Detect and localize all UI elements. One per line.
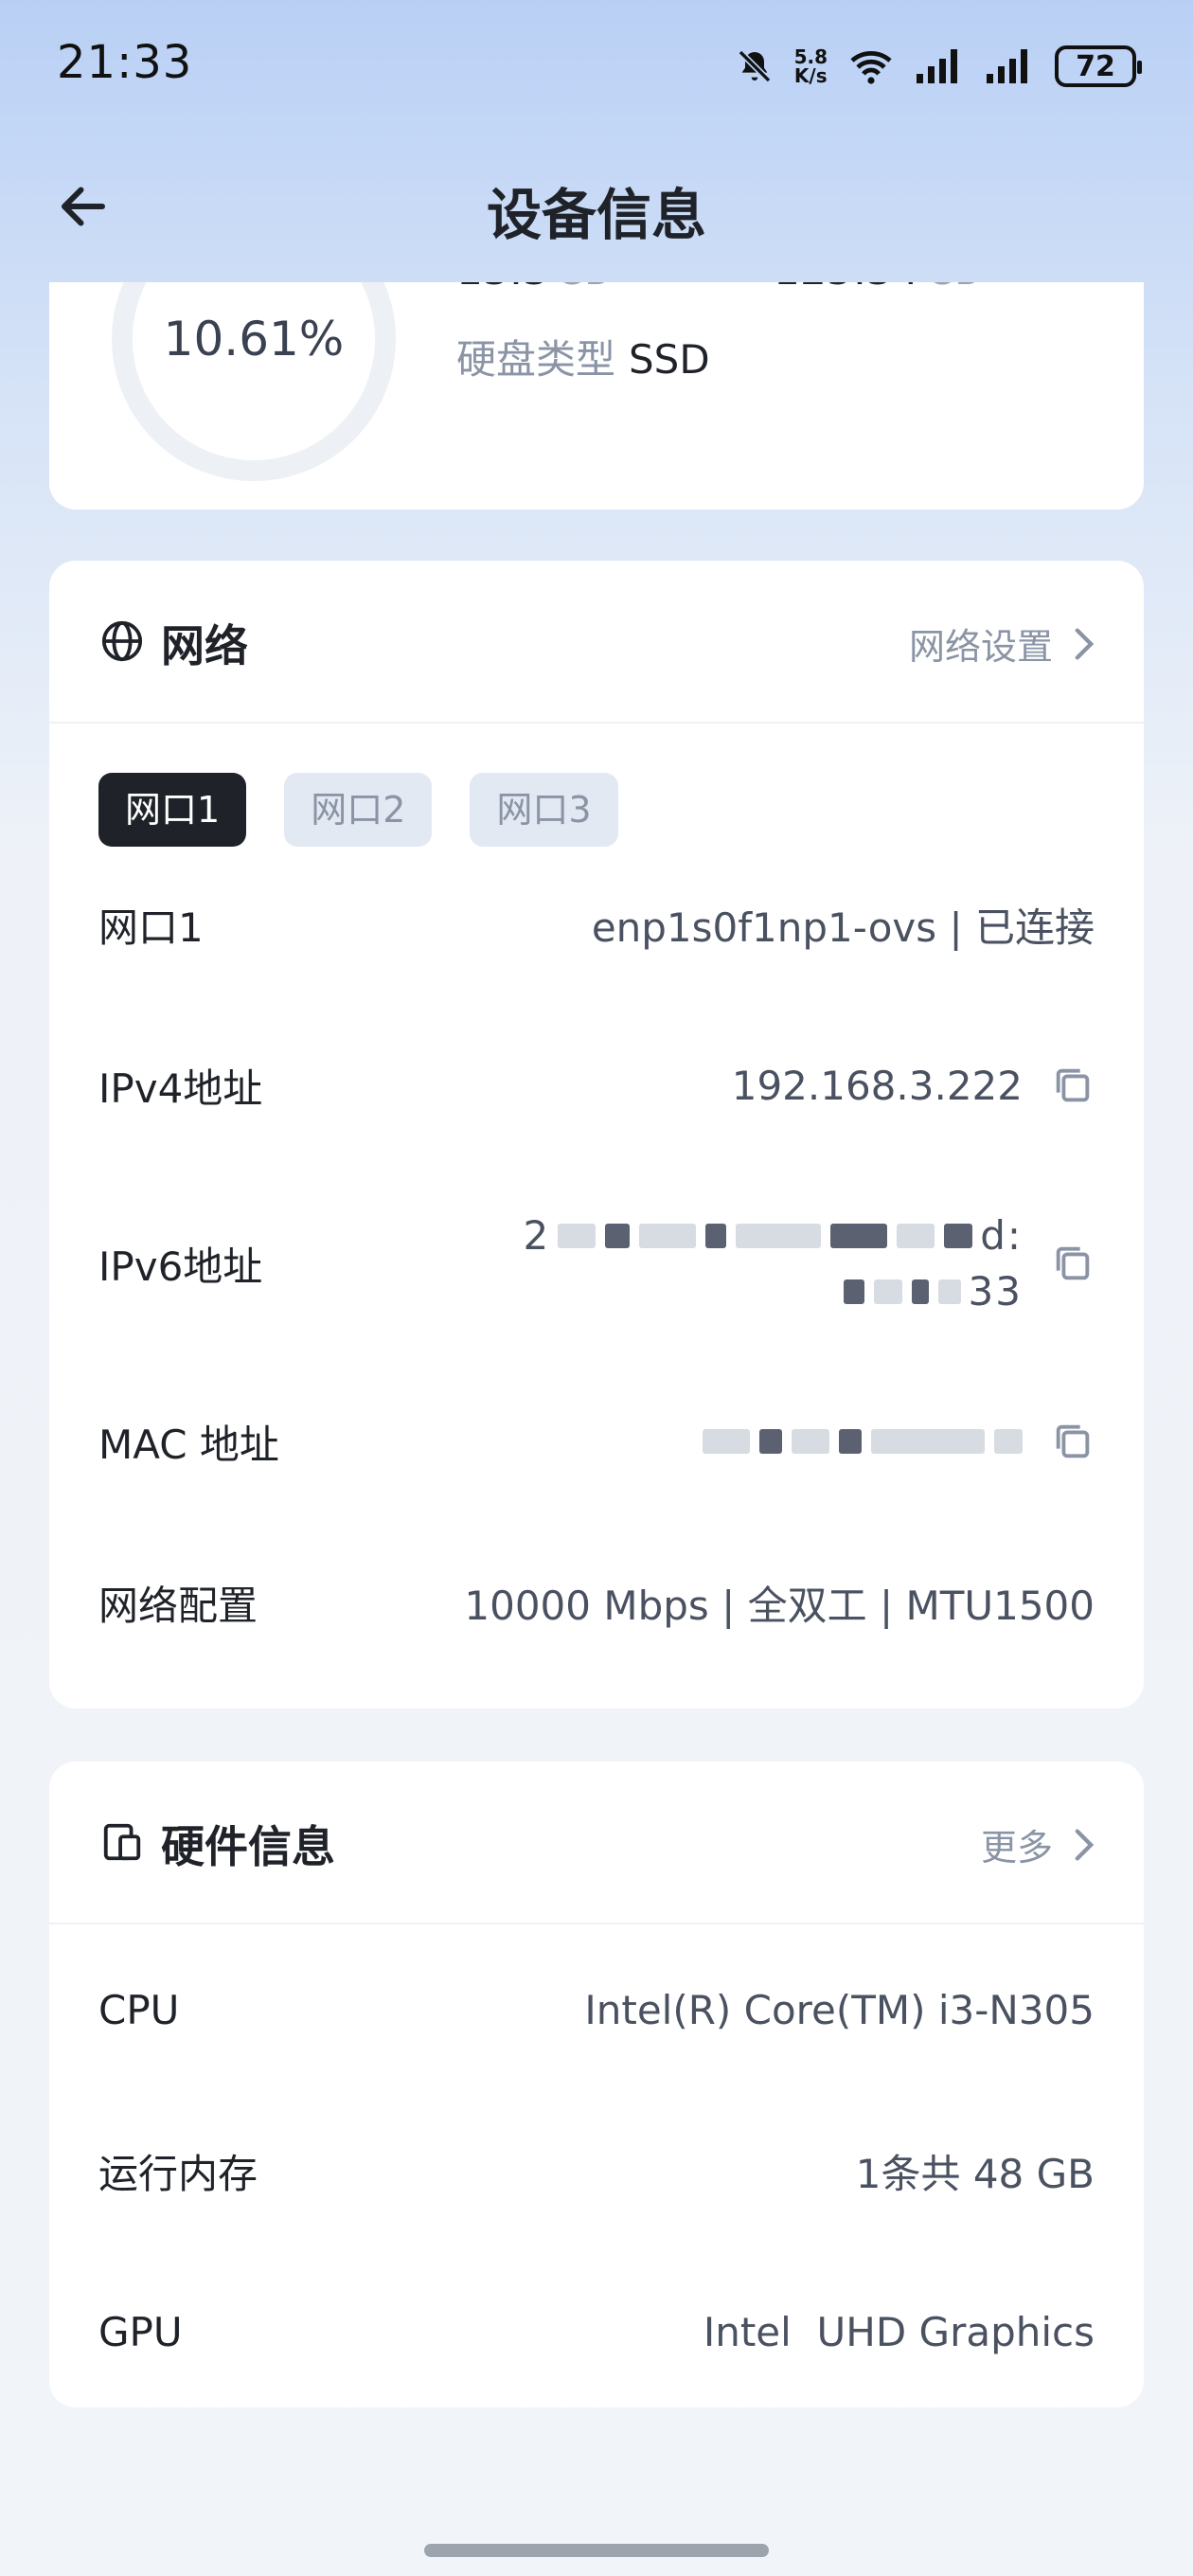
port-label: 网口1 <box>98 903 204 951</box>
battery-icon: 72 <box>1055 45 1142 87</box>
redacted-block <box>558 1223 973 1248</box>
ipv6-value-masked: 2 d: 33 <box>523 1212 1023 1315</box>
tab-port-3[interactable]: 网口3 <box>470 773 618 847</box>
redacted-block <box>843 1279 961 1304</box>
row-network-config: 网络配置 10000 Mbps | 全双工 | MTU1500 <box>98 1565 1095 1640</box>
network-card: 网络 网络设置 网口1 网口2 网口3 网口1 enp1s0f1np1-ovs … <box>49 561 1144 1708</box>
row-mac: MAC 地址 <box>98 1404 1095 1479</box>
row-port: 网口1 enp1s0f1np1-ovs | 已连接 <box>98 886 1095 962</box>
tab-port-2[interactable]: 网口2 <box>284 773 433 847</box>
nav-bar: 设备信息 <box>0 152 1193 256</box>
wifi-icon <box>850 50 892 84</box>
network-config-label: 网络配置 <box>98 1582 258 1629</box>
copy-icon[interactable] <box>1051 1420 1095 1463</box>
storage-usage-ring: 10.61% <box>112 282 396 481</box>
mac-label: MAC 地址 <box>98 1421 279 1468</box>
memory-value: 1条共 48 GB <box>855 2150 1095 2197</box>
home-indicator[interactable] <box>424 2544 769 2557</box>
network-settings-link[interactable]: 网络设置 <box>909 617 1098 670</box>
status-time: 21:33 <box>57 36 193 89</box>
network-title: 网络 <box>161 620 248 671</box>
chevron-right-icon <box>1075 1828 1095 1861</box>
network-speed: 5.8 K/s <box>793 45 828 87</box>
status-icons: 5.8 K/s 72 <box>736 42 1142 91</box>
port-value: enp1s0f1np1-ovs | 已连接 <box>591 903 1095 951</box>
network-card-header: 网络 网络设置 <box>49 561 1144 724</box>
disk-type: 硬盘类型 SSD <box>456 336 710 383</box>
copy-icon[interactable] <box>1051 1064 1095 1107</box>
storage-used: 13.3GB <box>456 282 609 295</box>
ipv4-label: IPv4地址 <box>98 1064 263 1112</box>
storage-total: 125.34GB <box>774 282 979 295</box>
copy-icon[interactable] <box>1051 1242 1095 1285</box>
ipv4-value: 192.168.3.222 <box>731 1062 1023 1109</box>
storage-card: 10.61% 13.3GB 125.34GB 硬盘类型SSD <box>49 282 1144 510</box>
hardware-card-header: 硬件信息 更多 <box>49 1762 1144 1924</box>
hardware-title: 硬件信息 <box>161 1821 335 1872</box>
memory-label: 运行内存 <box>98 2150 258 2197</box>
page-title: 设备信息 <box>486 183 706 247</box>
cpu-label: CPU <box>98 1986 180 2033</box>
status-bar: 21:33 5.8 K/s 72 <box>0 0 1193 133</box>
chevron-right-icon <box>1075 627 1095 660</box>
gpu-value: Intel UHD Graphics <box>703 2308 1095 2355</box>
signal-icon-2 <box>987 49 1027 83</box>
hardware-card: 硬件信息 更多 CPU Intel(R) Core(TM) i3-N305 运行… <box>49 1762 1144 2407</box>
device-icon <box>103 1823 141 1861</box>
network-config-value: 10000 Mbps | 全双工 | MTU1500 <box>464 1582 1095 1629</box>
gpu-label: GPU <box>98 2308 183 2355</box>
hardware-more-link[interactable]: 更多 <box>981 1818 1098 1870</box>
globe-icon <box>101 620 143 662</box>
signal-icon-1 <box>917 49 957 83</box>
cpu-value: Intel(R) Core(TM) i3-N305 <box>584 1986 1095 2033</box>
ipv6-label: IPv6地址 <box>98 1243 263 1290</box>
storage-usage-percent: 10.61% <box>163 312 345 367</box>
scroll-content[interactable]: 10.61% 13.3GB 125.34GB 硬盘类型SSD 网络 网络设置 <box>0 282 1193 2498</box>
row-ipv6: IPv6地址 2 d: 33 <box>98 1207 1095 1320</box>
row-ipv4: IPv4地址 192.168.3.222 <box>98 1047 1095 1123</box>
row-memory: 运行内存 1条共 48 GB <box>98 2133 1095 2209</box>
row-cpu: CPU Intel(R) Core(TM) i3-N305 <box>98 1972 1095 2048</box>
mac-value-masked <box>703 1429 1023 1454</box>
row-gpu: GPU Intel UHD Graphics <box>98 2294 1095 2370</box>
mute-bell-icon <box>738 49 771 83</box>
network-port-tabs: 网口1 网口2 网口3 <box>98 773 618 847</box>
tab-port-1[interactable]: 网口1 <box>98 773 247 847</box>
